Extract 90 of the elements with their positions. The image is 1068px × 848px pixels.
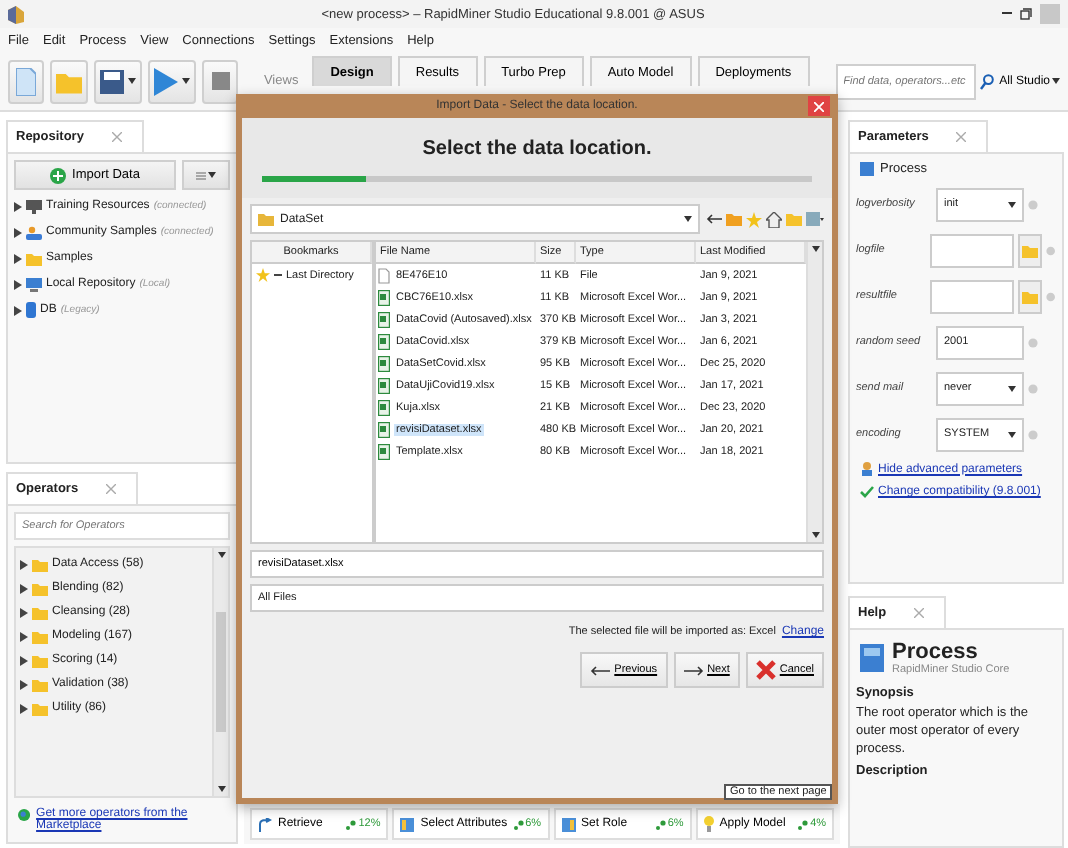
caret-icon bbox=[217, 786, 225, 792]
folder-icon bbox=[26, 251, 42, 265]
caret-icon bbox=[811, 246, 819, 252]
help-icon[interactable] bbox=[1046, 245, 1056, 255]
document-icon bbox=[16, 67, 36, 95]
expand-arrow-icon[interactable] bbox=[20, 583, 28, 593]
caret-icon bbox=[217, 552, 225, 558]
usage-icon bbox=[798, 819, 809, 829]
check-icon bbox=[860, 486, 874, 498]
expand-arrow-icon[interactable] bbox=[14, 279, 22, 289]
back-arrow-icon[interactable] bbox=[706, 214, 722, 224]
expand-arrow-icon[interactable] bbox=[14, 305, 22, 315]
people-icon bbox=[26, 225, 42, 239]
expand-arrow-icon[interactable] bbox=[14, 201, 22, 211]
expand-arrow-icon[interactable] bbox=[20, 607, 28, 617]
new-process-button[interactable] bbox=[8, 59, 44, 103]
close-icon bbox=[755, 660, 776, 680]
dialog-heading: Select the data location. bbox=[422, 138, 652, 160]
process-icon bbox=[860, 644, 884, 672]
database-icon bbox=[26, 302, 36, 318]
close-icon[interactable] bbox=[956, 132, 967, 142]
usage-icon bbox=[655, 819, 666, 829]
process-icon bbox=[860, 162, 874, 176]
star-icon bbox=[256, 268, 270, 282]
input-field[interactable] bbox=[930, 279, 1015, 313]
monitor-icon bbox=[26, 199, 42, 213]
scrollbar[interactable] bbox=[806, 242, 822, 542]
folder-icon bbox=[1022, 243, 1039, 257]
close-icon[interactable] bbox=[106, 484, 117, 494]
stop-icon bbox=[211, 72, 229, 90]
folder-icon bbox=[258, 212, 274, 226]
table-icon bbox=[400, 817, 415, 831]
scrollbar[interactable] bbox=[212, 548, 228, 796]
help-icon[interactable] bbox=[1028, 199, 1038, 209]
help-icon[interactable] bbox=[1046, 291, 1056, 301]
expand-arrow-icon[interactable] bbox=[14, 227, 22, 237]
folder-icon bbox=[1022, 289, 1039, 303]
lightbulb-icon bbox=[703, 816, 714, 832]
caret-icon bbox=[1052, 78, 1060, 84]
expand-arrow-icon[interactable] bbox=[20, 559, 28, 569]
home-icon[interactable] bbox=[766, 211, 782, 227]
close-button[interactable] bbox=[808, 96, 830, 116]
globe-icon bbox=[18, 808, 31, 822]
caret-icon bbox=[128, 78, 136, 84]
caret-icon bbox=[1008, 431, 1016, 437]
caret-icon bbox=[1008, 385, 1016, 391]
run-button[interactable] bbox=[148, 59, 196, 103]
table-icon bbox=[561, 817, 576, 831]
usage-icon bbox=[346, 819, 357, 829]
caret-icon bbox=[1008, 201, 1016, 207]
help-icon[interactable] bbox=[1028, 383, 1038, 393]
expand-arrow-icon[interactable] bbox=[20, 679, 28, 689]
dash-icon bbox=[274, 274, 282, 276]
usage-icon bbox=[513, 819, 524, 829]
expand-arrow-icon[interactable] bbox=[20, 631, 28, 641]
close-icon[interactable] bbox=[111, 132, 122, 142]
help-heading: Process bbox=[892, 640, 980, 664]
caret-icon bbox=[811, 532, 819, 538]
caret-icon bbox=[208, 172, 216, 178]
menu-button[interactable] bbox=[182, 160, 230, 190]
list-view-icon[interactable] bbox=[806, 212, 824, 226]
browse-button[interactable] bbox=[1018, 233, 1043, 267]
caret-icon bbox=[182, 78, 190, 84]
stop-button[interactable] bbox=[202, 59, 238, 103]
menu-icon bbox=[196, 171, 206, 179]
search-icon bbox=[979, 73, 994, 89]
restore-icon[interactable] bbox=[1020, 8, 1032, 20]
browse-button[interactable] bbox=[1018, 279, 1043, 313]
minimize-icon[interactable] bbox=[1002, 12, 1012, 16]
retrieve-icon bbox=[258, 817, 272, 831]
help-icon[interactable] bbox=[1028, 337, 1038, 347]
star-icon[interactable] bbox=[746, 211, 762, 227]
save-button[interactable] bbox=[94, 59, 142, 103]
expand-arrow-icon[interactable] bbox=[20, 655, 28, 665]
file-icon bbox=[378, 267, 390, 283]
wizard-icon bbox=[860, 462, 874, 476]
play-icon bbox=[154, 67, 178, 95]
expand-arrow-icon[interactable] bbox=[20, 703, 28, 713]
left-arrow-icon bbox=[590, 665, 611, 675]
close-icon[interactable] bbox=[914, 608, 925, 618]
caret-icon bbox=[684, 216, 692, 222]
computer-icon bbox=[26, 277, 42, 291]
close-icon bbox=[814, 101, 824, 111]
input-field[interactable] bbox=[930, 233, 1015, 267]
right-arrow-icon bbox=[683, 665, 704, 675]
expand-arrow-icon[interactable] bbox=[14, 253, 22, 263]
folder-icon bbox=[56, 69, 82, 93]
help-icon[interactable] bbox=[1028, 429, 1038, 439]
plus-icon bbox=[50, 167, 67, 183]
app-logo-icon bbox=[8, 5, 24, 23]
